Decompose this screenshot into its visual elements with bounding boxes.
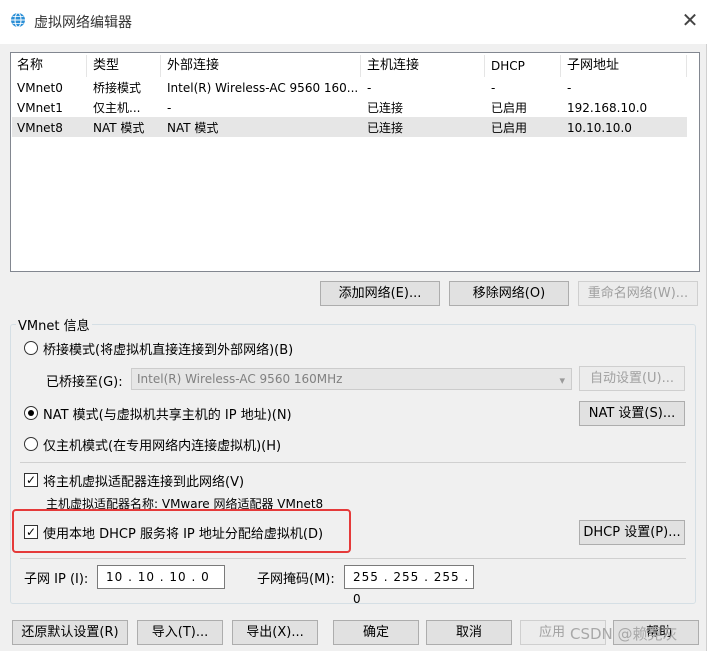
subnet-mask-label: 子网掩码(M):	[257, 572, 335, 587]
column-header-external[interactable]: 外部连接	[161, 55, 361, 77]
cell-host: 已连接	[367, 101, 404, 115]
export-button[interactable]: 导出(X)...	[232, 620, 318, 645]
cell-external: NAT 模式	[167, 121, 219, 135]
cell-dhcp: -	[491, 81, 496, 95]
watermark-text: CSDN @赖晃灰	[570, 625, 678, 643]
bridge-mode-radio[interactable]	[24, 341, 38, 355]
cell-external: Intel(R) Wireless-AC 9560 160...	[167, 81, 359, 95]
cell-name: VMnet1	[17, 101, 63, 115]
nat-settings-button[interactable]: NAT 设置(S)...	[579, 401, 685, 426]
bridged-to-label: 已桥接至(G):	[46, 375, 123, 390]
add-network-button[interactable]: 添加网络(E)...	[320, 281, 440, 306]
bridged-to-select[interactable]: Intel(R) Wireless-AC 9560 160MHz ▾	[131, 368, 572, 390]
subnet-mask-input[interactable]: 255 . 255 . 255 . 0	[344, 565, 474, 606]
restore-defaults-button[interactable]: 还原默认设置(R)	[12, 620, 128, 645]
column-header-dhcp[interactable]: DHCP	[485, 55, 561, 77]
bridge-mode-label[interactable]: 桥接模式(将虚拟机直接连接到外部网络)(B)	[43, 339, 293, 358]
cell-dhcp: 已启用	[491, 101, 528, 115]
cell-external: -	[167, 101, 172, 115]
nat-mode-radio[interactable]	[24, 406, 38, 420]
chevron-down-icon: ▾	[559, 374, 565, 387]
use-dhcp-checkbox[interactable]: ✓	[24, 525, 38, 539]
cell-subnet: 192.168.10.0	[567, 101, 648, 115]
divider	[20, 558, 686, 559]
cell-type: 仅主机...	[93, 101, 141, 115]
import-button[interactable]: 导入(T)...	[137, 620, 223, 645]
subnet-ip-label: 子网 IP (I):	[24, 572, 89, 587]
cell-type: NAT 模式	[93, 121, 145, 135]
remove-network-button[interactable]: 移除网络(O)	[449, 281, 569, 306]
nat-mode-label[interactable]: NAT 模式(与虚拟机共享主机的 IP 地址)(N)	[43, 404, 292, 423]
cell-host: -	[367, 81, 372, 95]
cell-subnet: -	[567, 81, 572, 95]
cell-host: 已连接	[367, 121, 404, 135]
table-row[interactable]: VMnet8 NAT 模式 NAT 模式 已连接 已启用 10.10.10.0	[11, 118, 687, 138]
dhcp-settings-button[interactable]: DHCP 设置(P)...	[579, 520, 685, 545]
ok-button[interactable]: 确定	[333, 620, 419, 645]
divider	[20, 462, 686, 463]
use-dhcp-label[interactable]: 使用本地 DHCP 服务将 IP 地址分配给虚拟机(D)	[43, 523, 323, 542]
cell-name: VMnet8	[17, 121, 63, 135]
cell-dhcp: 已启用	[491, 121, 528, 135]
connect-adapter-checkbox[interactable]: ✓	[24, 473, 38, 487]
connect-adapter-label[interactable]: 将主机虚拟适配器连接到此网络(V)	[43, 471, 244, 490]
table-row[interactable]: VMnet0 桥接模式 Intel(R) Wireless-AC 9560 16…	[11, 78, 687, 98]
rename-network-button[interactable]: 重命名网络(W)...	[578, 281, 698, 306]
close-icon[interactable]: ✕	[681, 10, 699, 30]
cell-subnet: 10.10.10.0	[567, 121, 632, 135]
network-globe-icon	[10, 12, 26, 28]
cell-name: VMnet0	[17, 81, 63, 95]
subnet-ip-input[interactable]: 10 . 10 . 10 . 0	[97, 565, 225, 589]
column-header-type[interactable]: 类型	[87, 55, 161, 77]
host-only-label[interactable]: 仅主机模式(在专用网络内连接虚拟机)(H)	[43, 435, 281, 454]
bridged-to-value: Intel(R) Wireless-AC 9560 160MHz	[137, 372, 343, 386]
window-edge	[706, 44, 716, 651]
auto-settings-button[interactable]: 自动设置(U)...	[579, 366, 685, 391]
window-title: 虚拟网络编辑器	[34, 15, 132, 31]
column-header-host[interactable]: 主机连接	[361, 55, 485, 77]
column-header-name[interactable]: 名称	[11, 55, 87, 77]
network-list[interactable]: 名称 类型 外部连接 主机连接 DHCP 子网地址 VMnet0 桥接模式 In…	[10, 52, 700, 272]
column-header-subnet[interactable]: 子网地址	[561, 55, 687, 77]
table-row[interactable]: VMnet1 仅主机... - 已连接 已启用 192.168.10.0	[11, 98, 687, 118]
host-only-radio[interactable]	[24, 437, 38, 451]
cell-type: 桥接模式	[93, 81, 142, 95]
cancel-button[interactable]: 取消	[426, 620, 512, 645]
vmnet-info-label: VMnet 信息	[16, 315, 92, 334]
